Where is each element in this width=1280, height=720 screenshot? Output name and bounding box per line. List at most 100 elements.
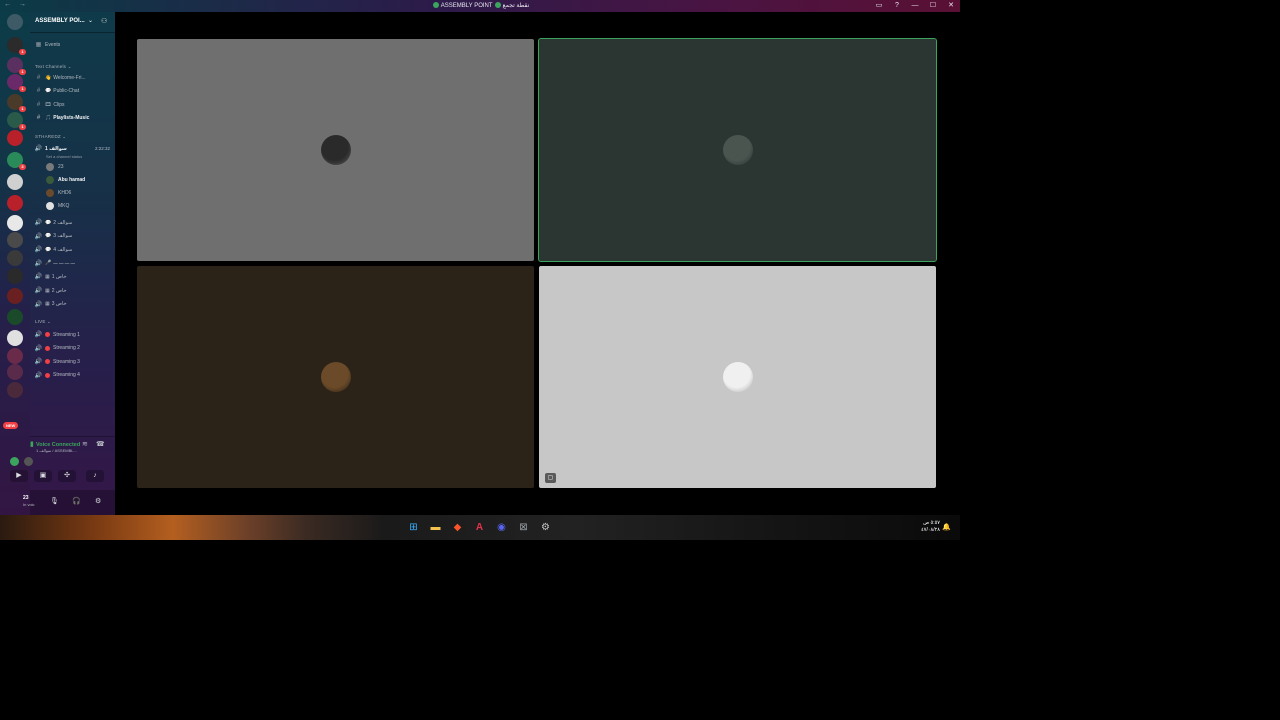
screen-share-button[interactable]: ▣ (34, 470, 52, 482)
activities-button[interactable]: ✣ (58, 470, 76, 482)
headphones-icon[interactable]: 🎧 (72, 497, 81, 505)
server-icon[interactable] (7, 215, 23, 231)
username[interactable]: 23 (23, 495, 29, 501)
server-icon[interactable] (7, 309, 23, 325)
video-tile[interactable] (538, 38, 937, 262)
channel-emoji: 💬 (45, 219, 52, 226)
voice-channel-item[interactable]: 🔊 ▦ خاص 2 (34, 285, 113, 296)
chevron-down-icon[interactable]: ⌄ (88, 17, 93, 24)
voice-channel-item[interactable]: 🔊 🎤 ـــ ـــ ـــ ـــ (34, 258, 113, 269)
disconnect-icon[interactable]: ☎ (96, 440, 105, 448)
clock-time: ٥:٥٧ ص (923, 520, 940, 526)
xbox-icon[interactable]: ⊠ (516, 520, 531, 535)
server-icon[interactable]: 1 (7, 94, 26, 112)
help-icon[interactable]: ? (888, 0, 906, 12)
server-dot-icon (494, 2, 501, 9)
signal-icon[interactable]: ▮ (30, 440, 34, 448)
brave-browser-icon[interactable]: ◆ (450, 520, 465, 535)
server-icon[interactable]: 1 (7, 37, 26, 55)
speaker-icon: 🔊 (34, 345, 43, 352)
server-dot-icon (432, 2, 439, 9)
voice-member[interactable]: KHD6 (46, 188, 71, 198)
soundboard-button[interactable]: ♪ (86, 470, 104, 482)
server-icon[interactable] (7, 174, 23, 190)
user-panel: 23 In voic 🎙 🎧 ⚙ (23, 490, 115, 515)
acrobat-icon[interactable]: A (472, 520, 487, 535)
participant-avatar (723, 135, 753, 165)
window-title: ASSEMBLY POINT نقطة تجمع (0, 2, 960, 9)
close-button[interactable]: ✕ (942, 0, 960, 12)
server-icon[interactable] (7, 288, 23, 304)
voice-member[interactable]: MKQ (46, 201, 69, 211)
notification-bell-icon[interactable]: 🔔 (942, 523, 951, 531)
server-icon[interactable]: 1 (7, 74, 26, 92)
video-tile[interactable] (137, 39, 534, 261)
clock[interactable]: ٥:٥٧ ص ٤٧/٠٨/٢٨ (921, 520, 940, 534)
server-icon[interactable] (7, 232, 23, 248)
server-icon[interactable] (7, 14, 23, 30)
camera-off-icon[interactable]: ▢ (545, 473, 556, 483)
discord-icon[interactable]: ◉ (494, 520, 509, 535)
minimize-button[interactable]: — (906, 0, 924, 12)
text-channel-item[interactable]: # 🎞 Clips (34, 99, 113, 110)
gear-icon[interactable]: ⚙ (95, 497, 101, 505)
server-icon[interactable] (7, 130, 23, 146)
category-live[interactable]: LIVE ⌄ (35, 319, 51, 325)
speaker-icon: 🔊 (34, 372, 43, 379)
live-channel-item[interactable]: 🔊 Streaming 3 (34, 356, 113, 367)
channel-label: خاص 2 (51, 287, 67, 294)
server-icon[interactable] (7, 348, 23, 364)
channel-sidebar: ASSEMBLY POI... ⌄ ⚇ ▦ Events Text Channe… (10, 12, 115, 515)
voice-channel-item[interactable]: 🔊 ▦ خاص 3 (34, 299, 113, 310)
channel-label: سوالف 4 (53, 246, 73, 253)
voice-channel-item[interactable]: 🔊 ▦ خاص 1 (34, 271, 113, 282)
set-channel-status-link[interactable]: Set a channel status (46, 154, 82, 159)
file-explorer-icon[interactable]: ▬ (428, 520, 443, 535)
voice-channel-item[interactable]: 🔊 💬 سوالف 3 (34, 231, 113, 242)
server-icon[interactable] (7, 268, 23, 284)
member-name: KHD6 (58, 190, 72, 196)
category-text-channels[interactable]: Text Channels ⌄ (35, 64, 72, 70)
server-icon[interactable]: 1 (7, 112, 26, 130)
voice-channel-item[interactable]: 🔊 💬 سوالف 4 (34, 244, 113, 255)
mention-badge: 1 (19, 106, 26, 112)
video-tile[interactable]: ▢ (539, 266, 936, 488)
calendar-icon: ▦ (35, 42, 42, 48)
maximize-button[interactable]: ☐ (924, 0, 942, 12)
category-voice[interactable]: STHAREDZ ⌄ (35, 134, 66, 140)
mention-badge: 1 (19, 69, 26, 75)
app-window: ← → ASSEMBLY POINT نقطة تجمع ▭ ? — ☐ ✕ 11… (0, 0, 960, 540)
server-icon[interactable] (7, 330, 23, 346)
live-channel-item[interactable]: 🔊 Streaming 2 (34, 343, 113, 354)
channel-label: Streaming 2 (53, 345, 80, 351)
live-channel-item[interactable]: 🔊 Streaming 1 (34, 329, 113, 340)
voice-member[interactable]: Abu hamad (46, 175, 85, 185)
live-channel-item[interactable]: 🔊 Streaming 4 (34, 370, 113, 381)
server-header[interactable]: ASSEMBLY POI... ⌄ ⚇ (30, 12, 115, 33)
server-icon[interactable] (7, 250, 23, 266)
server-name[interactable]: ASSEMBLY POI... (35, 18, 85, 24)
invite-icon[interactable]: ⚇ (101, 17, 107, 25)
server-icon[interactable] (7, 382, 23, 398)
member-name: Abu hamad (58, 177, 86, 183)
voice-channel-item[interactable]: 🔊 💬 سوالف 2 (34, 217, 113, 228)
channel-emoji: 👋 (45, 74, 52, 81)
camera-button[interactable]: ▶ (10, 470, 28, 482)
member-name: MKQ (58, 203, 70, 209)
text-channel-item[interactable]: # 🎵 Playlists-Music (34, 113, 113, 124)
server-icon[interactable] (7, 364, 23, 380)
start-icon[interactable]: ⊞ (406, 520, 421, 535)
server-icon[interactable]: 3 (7, 152, 26, 170)
video-tile[interactable] (137, 266, 534, 488)
server-icon[interactable]: 1 (7, 57, 26, 75)
microphone-icon[interactable]: 🎙 (50, 497, 59, 505)
text-channel-item[interactable]: # 💬 Public-Chat (34, 86, 113, 97)
noise-suppression-icon[interactable]: ≋ (82, 440, 88, 448)
call-timer: 2:22:32 (94, 146, 110, 151)
server-icon[interactable] (7, 195, 23, 211)
events-item[interactable]: ▦ Events (34, 39, 113, 50)
inbox-icon[interactable]: ▭ (870, 0, 888, 12)
voice-member[interactable]: 23 (46, 162, 64, 172)
steam-icon[interactable]: ⚙ (538, 520, 553, 535)
text-channel-item[interactable]: # 👋 Welcome-Fri... (34, 72, 113, 83)
